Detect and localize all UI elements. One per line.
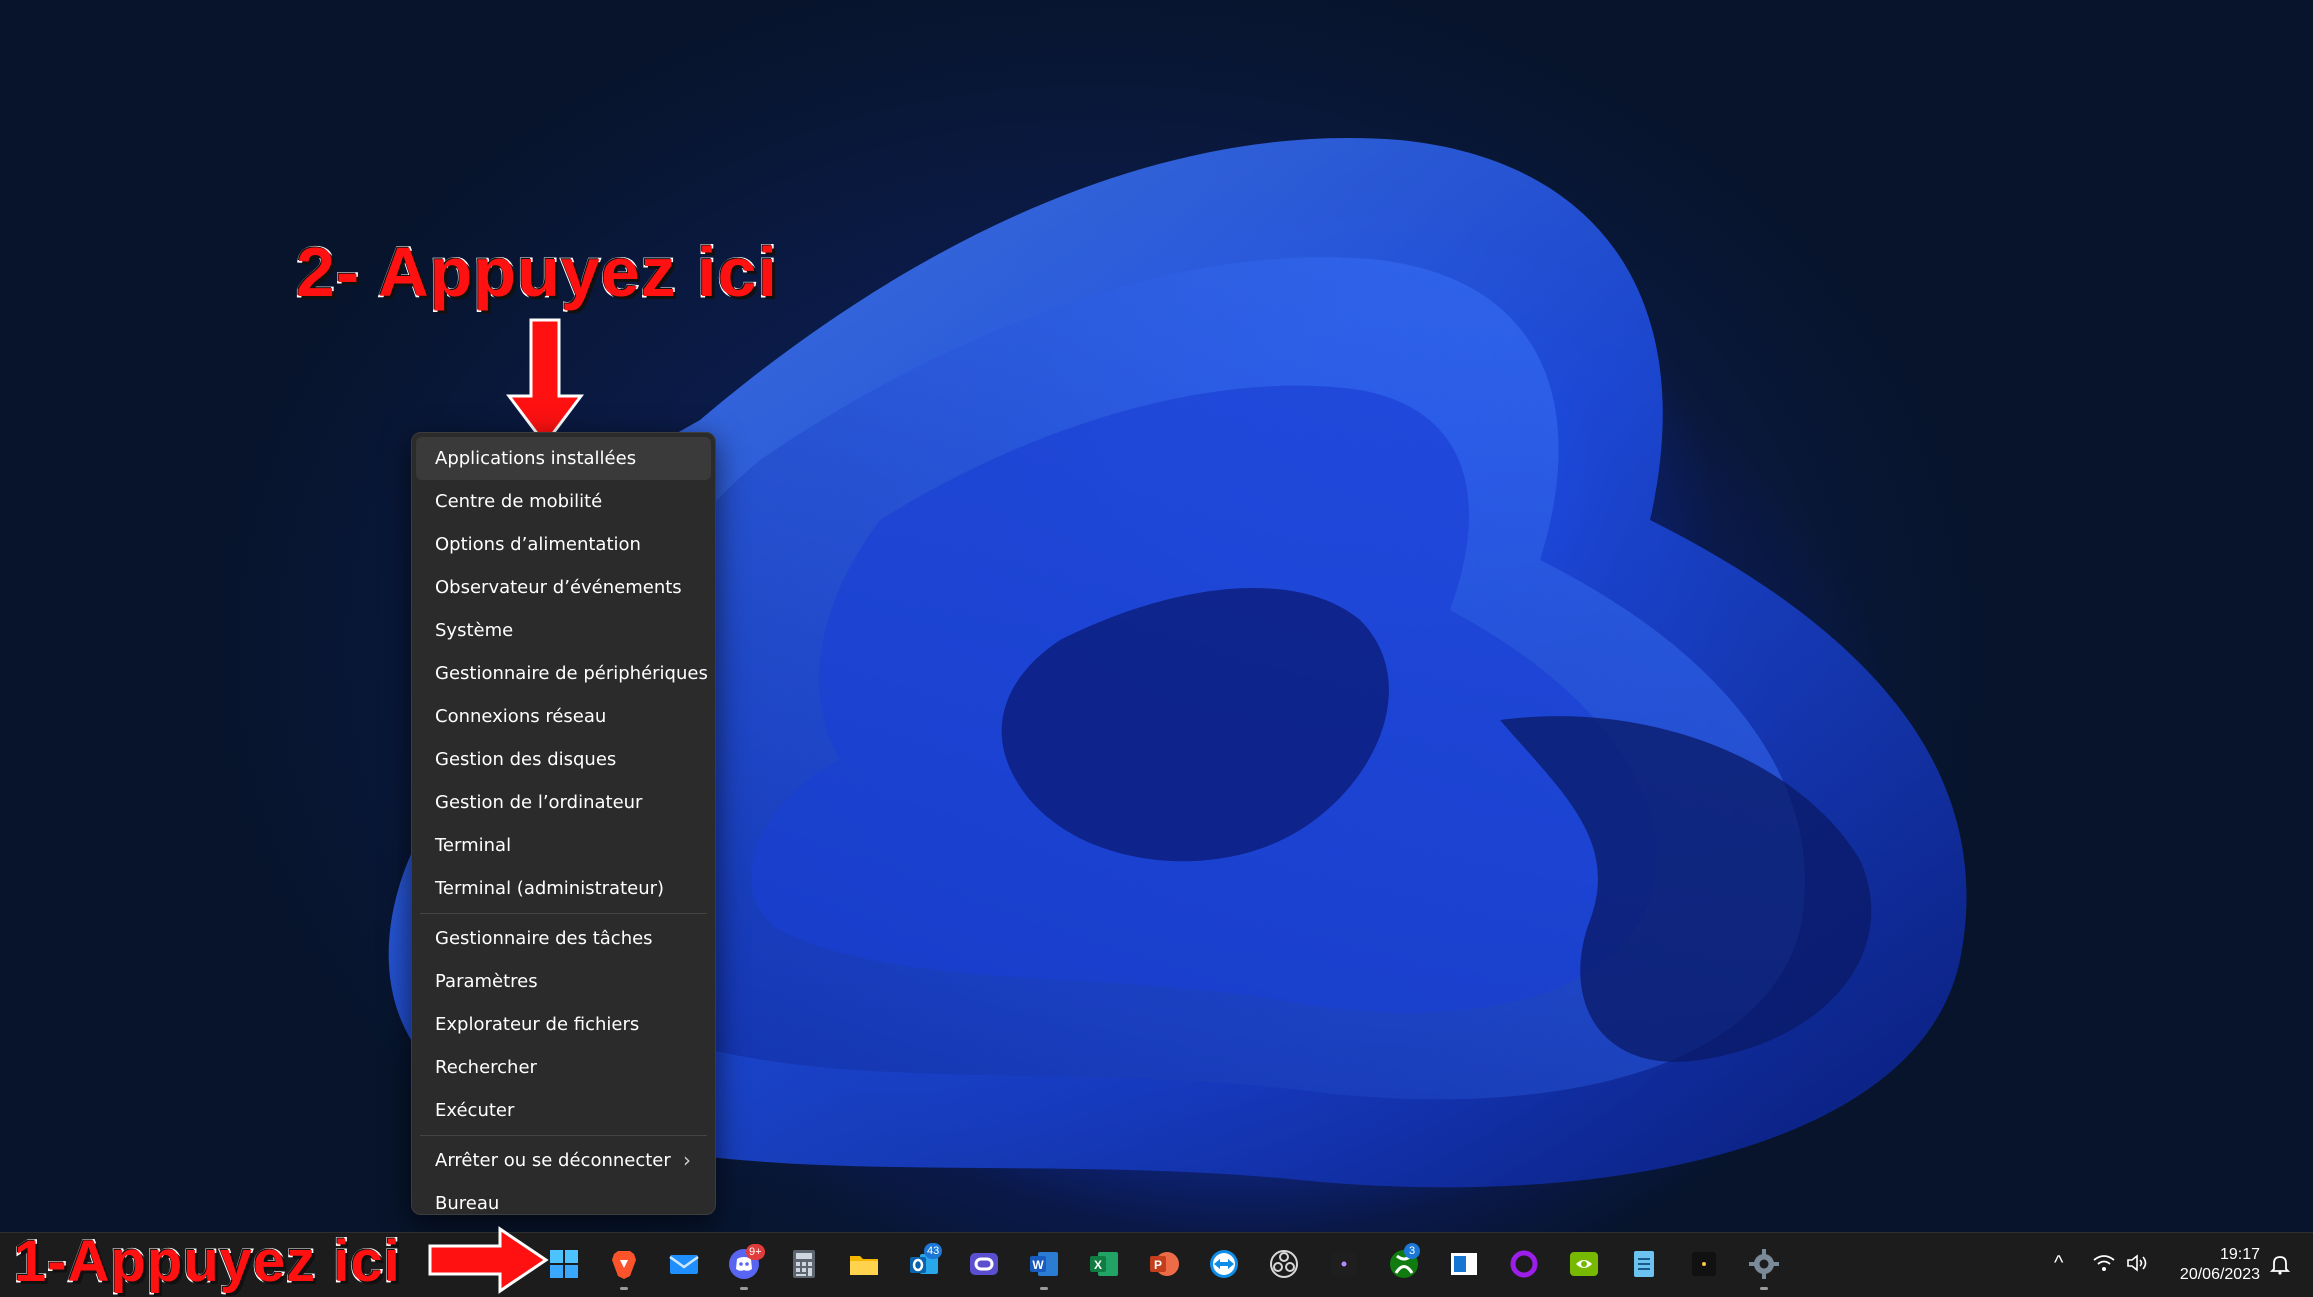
xbox-badge: 3 — [1404, 1243, 1420, 1259]
file-explorer-icon[interactable] — [848, 1248, 880, 1280]
system-clock[interactable]: 19:17 20/06/2023 — [2160, 1245, 2260, 1285]
annotation-step-2: 2- Appuyez ici — [294, 232, 779, 313]
mail-icon[interactable] — [668, 1248, 700, 1280]
menu-item-terminal-admin[interactable]: Terminal (administrateur) — [416, 867, 711, 910]
running-indicator — [1760, 1287, 1768, 1290]
menu-item-system[interactable]: Système — [416, 609, 711, 652]
menu-separator — [420, 913, 707, 914]
running-indicator — [620, 1287, 628, 1290]
annotation-arrow-right — [428, 1226, 549, 1294]
menu-item-search[interactable]: Rechercher — [416, 1046, 711, 1089]
menu-item-installed-apps[interactable]: Applications installées — [416, 437, 711, 480]
notification-bell-icon[interactable] — [2268, 1252, 2292, 1276]
teamviewer-icon[interactable] — [1208, 1248, 1240, 1280]
calculator-icon[interactable] — [788, 1248, 820, 1280]
wifi-icon[interactable] — [2093, 1254, 2115, 1272]
notepad-icon[interactable] — [1628, 1248, 1660, 1280]
excel-icon[interactable]: X — [1088, 1248, 1120, 1280]
menu-item-shutdown-signout[interactable]: Arrêter ou se déconnecter › — [416, 1139, 711, 1182]
menu-item-terminal[interactable]: Terminal — [416, 824, 711, 867]
menu-item-mobility-center[interactable]: Centre de mobilité — [416, 480, 711, 523]
word-icon[interactable]: W — [1028, 1248, 1060, 1280]
opera-icon[interactable] — [968, 1248, 1000, 1280]
nvidia-icon[interactable] — [1568, 1248, 1600, 1280]
menu-item-task-manager[interactable]: Gestionnaire des tâches — [416, 917, 711, 960]
window-app-icon[interactable] — [1448, 1248, 1480, 1280]
terminal-icon[interactable] — [1328, 1248, 1360, 1280]
running-indicator — [740, 1287, 748, 1290]
menu-item-file-explorer[interactable]: Explorateur de fichiers — [416, 1003, 711, 1046]
menu-item-run[interactable]: Exécuter — [416, 1089, 711, 1132]
svg-text:X: X — [1094, 1258, 1102, 1272]
desktop-wallpaper — [0, 0, 2313, 1232]
chevron-right-icon: › — [683, 1148, 691, 1172]
clock-date: 20/06/2023 — [2179, 1266, 2260, 1283]
menu-separator — [420, 1135, 707, 1136]
show-hidden-icons-chevron[interactable]: ^ — [2054, 1252, 2063, 1275]
menu-item-power-options[interactable]: Options d’alimentation — [416, 523, 711, 566]
obs-icon[interactable] — [1268, 1248, 1300, 1280]
cortana-icon[interactable] — [1508, 1248, 1540, 1280]
start-icon[interactable] — [548, 1248, 580, 1280]
menu-item-event-viewer[interactable]: Observateur d’événements — [416, 566, 711, 609]
sticky-app-icon[interactable] — [1688, 1248, 1720, 1280]
winx-context-menu: Applications installées Centre de mobili… — [411, 432, 716, 1215]
brave-icon[interactable] — [608, 1248, 640, 1280]
menu-item-settings[interactable]: Paramètres — [416, 960, 711, 1003]
settings-icon[interactable] — [1748, 1248, 1780, 1280]
clock-time: 19:17 — [2219, 1246, 2260, 1263]
menu-item-computer-management[interactable]: Gestion de l’ordinateur — [416, 781, 711, 824]
volume-icon[interactable] — [2126, 1254, 2150, 1272]
wallpaper-bloom — [388, 137, 1967, 1188]
powerpoint-icon[interactable]: P — [1148, 1248, 1180, 1280]
discord-badge: 9+ — [746, 1244, 765, 1260]
menu-item-disk-management[interactable]: Gestion des disques — [416, 738, 711, 781]
running-indicator — [1040, 1287, 1048, 1290]
annotation-arrow-down — [506, 318, 584, 447]
svg-text:P: P — [1154, 1258, 1162, 1272]
menu-item-device-manager[interactable]: Gestionnaire de périphériques — [416, 652, 711, 695]
svg-text:W: W — [1032, 1258, 1044, 1272]
menu-item-network-connections[interactable]: Connexions réseau — [416, 695, 711, 738]
outlook-badge: 43 — [924, 1243, 943, 1259]
annotation-step-1: 1-Appuyez ici — [13, 1228, 402, 1296]
menu-item-desktop[interactable]: Bureau — [416, 1182, 711, 1225]
